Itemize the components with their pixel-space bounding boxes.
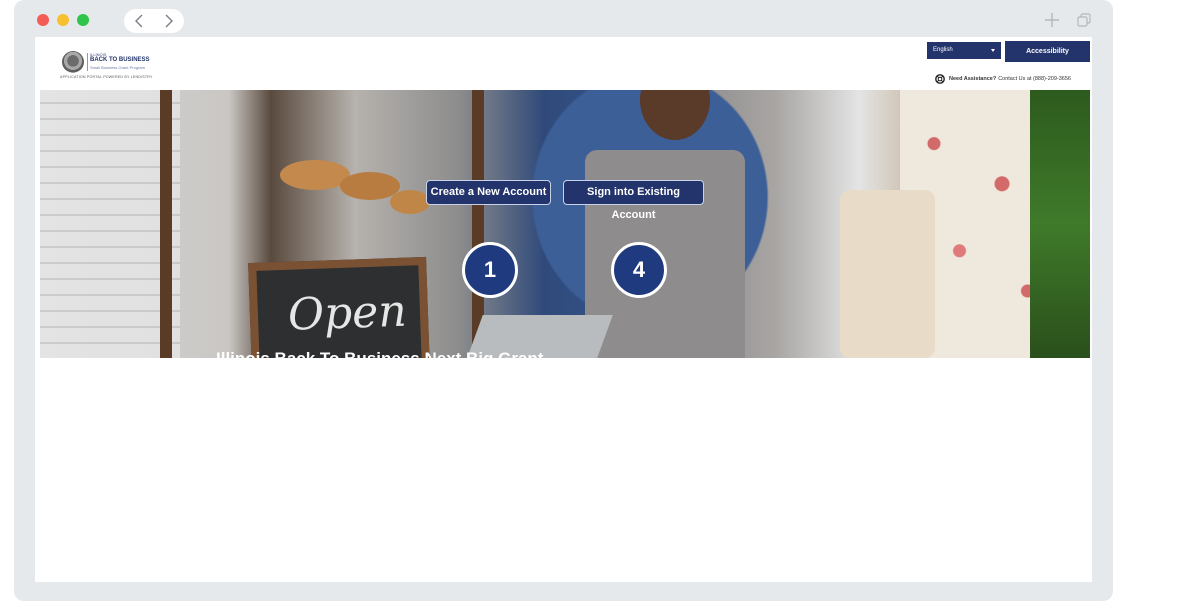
chevron-right-icon: [165, 14, 173, 28]
state-seal-icon: [62, 51, 84, 73]
page-viewport: ILLINOIS BACK TO BUSINESS Small Business…: [35, 37, 1092, 582]
maximize-window-button[interactable]: [77, 14, 89, 26]
close-window-button[interactable]: [37, 14, 49, 26]
language-select-value: English: [933, 47, 953, 53]
new-tab-icon[interactable]: [1044, 12, 1060, 28]
assistance-label: Need Assistance?: [949, 76, 997, 82]
caret-down-icon: [991, 49, 995, 52]
browser-window: ILLINOIS BACK TO BUSINESS Small Business…: [14, 0, 1113, 601]
sign-in-button[interactable]: Sign into Existing Account: [563, 180, 704, 221]
accessibility-button[interactable]: Accessibility: [1005, 41, 1090, 62]
hero-banner: Open Create a New Account Sign into Exis…: [40, 90, 1090, 358]
chevron-left-icon: [135, 14, 143, 28]
history-nav: [124, 9, 184, 33]
step-marker: 4: [611, 242, 667, 298]
open-chalkboard-image: Open: [248, 256, 430, 358]
browser-toolbar: [14, 0, 1113, 37]
minimize-window-button[interactable]: [57, 14, 69, 26]
tab-overview-icon[interactable]: [1077, 13, 1091, 27]
hero-caption: Illinois Back To Business Next Big Grant: [216, 349, 543, 358]
assistance-contact[interactable]: Contact Us at (888)-209-3656: [998, 76, 1071, 82]
lifebuoy-icon: [935, 74, 945, 84]
step-marker: 1: [462, 242, 518, 298]
woman-apron-image: [840, 190, 935, 358]
bread-loaf-image: [390, 190, 430, 214]
create-account-button[interactable]: Create a New Account: [426, 180, 551, 205]
logo-divider: [87, 53, 88, 71]
open-sign-text: Open: [287, 285, 408, 341]
assistance-info: Need Assistance? Contact Us at (888)-209…: [935, 73, 1071, 85]
logo-subtitle: Small Business Grant Program: [90, 65, 145, 70]
language-select[interactable]: English: [927, 42, 1001, 59]
logo-tagline: APPLICATION PORTAL POWERED BY LENDISTRY: [60, 75, 153, 79]
logo-name: BACK TO BUSINESS: [90, 57, 150, 63]
forward-button[interactable]: [154, 9, 184, 33]
brick-wall-image: [40, 90, 180, 358]
back-button[interactable]: [124, 9, 154, 33]
plant-image: [1030, 90, 1090, 358]
